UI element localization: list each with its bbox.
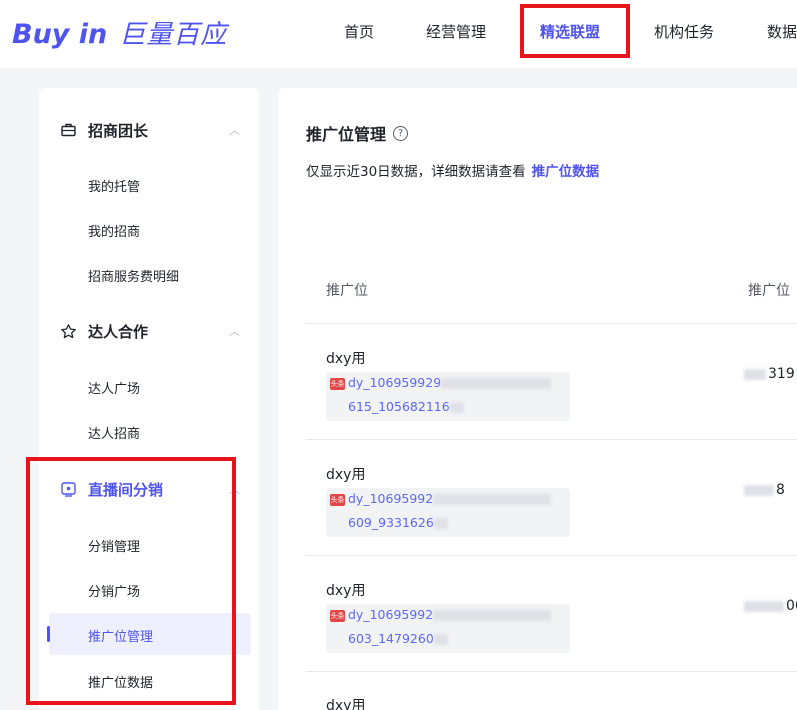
help-icon[interactable]: ? [393,125,409,141]
logo-text-cn: 巨量百应 [119,20,228,50]
sidebar-item-influencer-square[interactable]: 达人广场 [88,378,140,397]
slot-id-line2: 615_105682116 [348,399,464,414]
sidebar-item-my-hosting[interactable]: 我的托管 [88,176,140,195]
page-title-text: 推广位管理 [306,125,387,144]
logo-text-en: Buy in [12,19,108,50]
nav-highlight-box [520,4,630,58]
sidebar-group-label: 招商团长 [88,121,149,140]
promotion-data-link[interactable]: 推广位数据 [532,164,600,180]
slot-id-line2: 603_1479260 [348,631,448,646]
row-divider [306,555,797,556]
chevron-up-icon: ︿ [229,124,240,137]
row-divider [306,323,797,324]
nav-data[interactable]: 数据 [767,21,797,42]
column-header-slot: 推广位 [326,283,368,299]
column-header-2: 推广位 [748,283,790,299]
toutiao-badge-icon: 头条 [330,494,345,506]
row-name: dxy用 [326,698,366,710]
slot-id-line2: 609_9331626 [348,515,448,530]
row-divider [306,671,797,672]
main-panel: 推广位管理 ? 仅显示近30日数据，详细数据请查看 推广位数据 推广位 推广位 d… [278,88,797,710]
row-cell-2: 8 [744,482,785,498]
toutiao-badge-icon: 头条 [330,610,345,622]
sidebar-item-service-fee[interactable]: 招商服务费明细 [88,266,179,285]
sidebar-group-label: 达人合作 [88,322,149,341]
page-description: 仅显示近30日数据，详细数据请查看 推广位数据 [306,160,599,180]
row-cell-2: 06 [744,598,797,614]
sidebar-item-influencer-recruit[interactable]: 达人招商 [88,423,140,442]
row-name: dxy用 [326,467,366,483]
nav-business-management[interactable]: 经营管理 [426,21,486,42]
star-icon [59,322,77,340]
row-name: dxy用 [326,351,366,367]
slot-id-line1: dy_106959929 [348,375,552,390]
slot-id-line1: dy_10695992 [348,607,552,622]
slot-id-line1: dy_10695992 [348,491,552,506]
briefcase-icon [59,121,77,139]
slot-id-box: 头条 dy_106959929 615_105682116 [326,372,570,421]
row-divider [306,439,797,440]
toutiao-badge-icon: 头条 [330,378,345,390]
top-header: Buy in 巨量百应 首页 经营管理 精选联盟 机构任务 数据 [0,0,797,68]
slot-id-box: 头条 dy_10695992 609_9331626 [326,488,570,537]
sidebar-highlight-box [26,457,236,705]
sidebar-group-merchants[interactable]: 招商团长 ︿ [39,116,259,144]
row-name: dxy用 [326,583,366,599]
page-title: 推广位管理 ? [306,121,409,145]
slot-id-box: 头条 dy_10695992 603_1479260 [326,604,570,653]
description-text: 仅显示近30日数据，详细数据请查看 [306,164,526,180]
sidebar-item-my-merchants[interactable]: 我的招商 [88,221,140,240]
nav-home[interactable]: 首页 [344,21,374,42]
sidebar-group-influencer[interactable]: 达人合作 ︿ [39,317,259,345]
nav-agency-tasks[interactable]: 机构任务 [654,21,714,42]
chevron-up-icon: ︿ [229,325,240,338]
row-cell-2: 319 [744,366,795,382]
logo[interactable]: Buy in 巨量百应 [12,14,227,54]
